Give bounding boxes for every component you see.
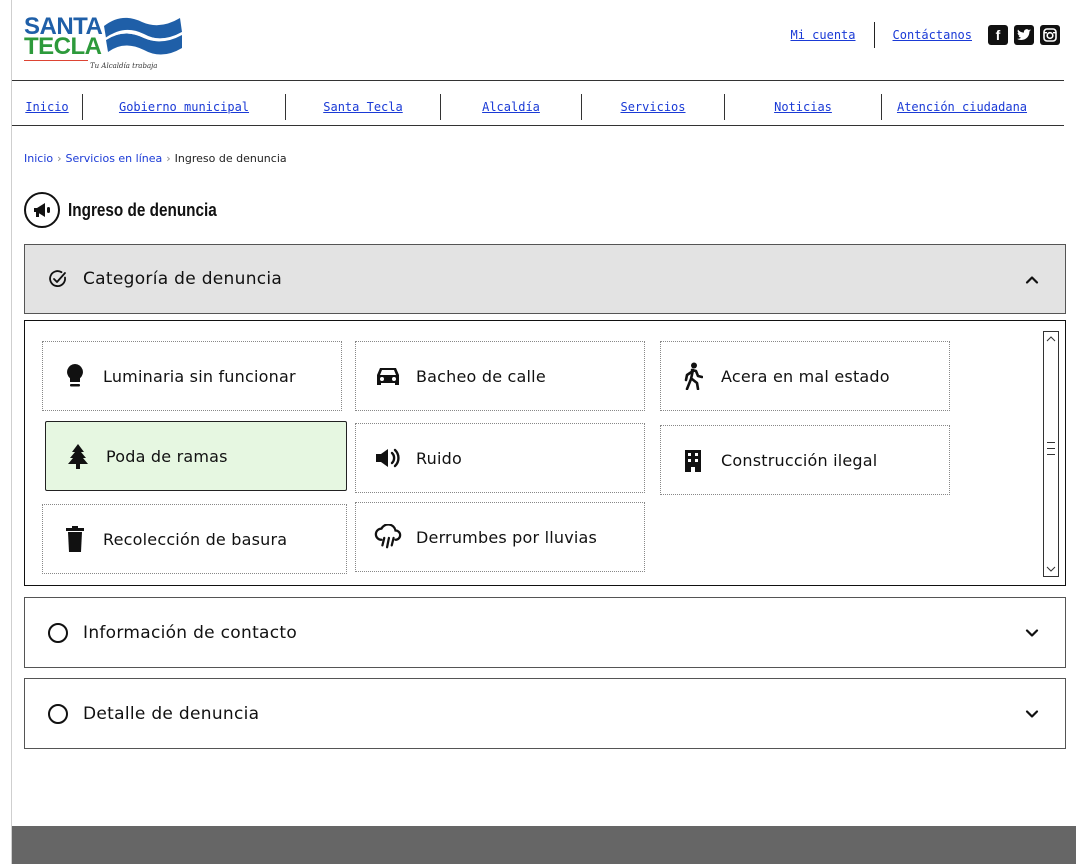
breadcrumb: Inicio › Servicios en línea › Ingreso de den… xyxy=(24,152,287,165)
megaphone-icon xyxy=(24,192,60,228)
breadcrumb-section[interactable]: Servicios en línea xyxy=(66,152,163,165)
site-logo[interactable]: SANTA TECLA Tu Alcaldía trabaja xyxy=(24,12,194,76)
category-card-derrumbes[interactable]: Derrumbes por lluvias xyxy=(355,502,645,572)
contact-link[interactable]: Contáctanos xyxy=(893,28,972,42)
nav-item-atencion-ciudadana[interactable]: Atención ciudadana xyxy=(882,100,1042,114)
check-circle-icon xyxy=(47,268,69,290)
accordion-title-detail: Detalle de denuncia xyxy=(83,703,260,724)
category-card-acera[interactable]: Acera en mal estado xyxy=(660,341,950,411)
chevron-up-icon[interactable] xyxy=(1025,270,1039,289)
nav-item-alcaldia[interactable]: Alcaldía xyxy=(441,100,581,114)
category-scrollbar[interactable] xyxy=(1043,331,1059,577)
accordion-title-contact: Información de contacto xyxy=(83,622,298,643)
breadcrumb-current: Ingreso de denuncia xyxy=(174,152,287,165)
category-label: Construcción ilegal xyxy=(721,450,878,470)
walking-person-icon xyxy=(679,362,707,390)
category-card-bacheo[interactable]: Bacheo de calle xyxy=(355,341,645,411)
rain-cloud-icon xyxy=(374,524,402,550)
social-links: f xyxy=(988,25,1060,45)
nav-item-inicio[interactable]: Inicio xyxy=(12,100,82,114)
accordion-header-category[interactable]: Categoría de denuncia xyxy=(24,244,1066,314)
facebook-icon[interactable]: f xyxy=(988,25,1008,45)
scrollbar-grip xyxy=(1047,448,1055,449)
category-label: Recolección de basura xyxy=(103,529,288,549)
page-footer xyxy=(12,826,1076,864)
nav-item-noticias[interactable]: Noticias xyxy=(725,100,881,114)
category-label: Luminaria sin funcionar xyxy=(103,366,296,386)
car-icon xyxy=(374,365,402,387)
trash-icon xyxy=(61,526,89,552)
category-label: Derrumbes por lluvias xyxy=(416,527,598,547)
category-label: Acera en mal estado xyxy=(721,366,890,386)
category-card-ruido[interactable]: Ruido xyxy=(355,423,645,493)
header-divider xyxy=(12,80,1064,81)
page-header: Ingreso de denuncia xyxy=(24,192,243,228)
top-links-separator xyxy=(873,22,875,48)
speaker-icon xyxy=(374,447,402,469)
category-label: Ruido xyxy=(416,448,462,468)
accordion-title-category: Categoría de denuncia xyxy=(83,269,283,289)
logo-underline xyxy=(24,60,88,61)
accordion-header-detail[interactable]: Detalle de denuncia xyxy=(24,678,1066,749)
tree-icon xyxy=(64,443,92,469)
scrollbar-grip xyxy=(1047,454,1055,455)
radio-circle-icon xyxy=(47,622,69,644)
main-nav: Inicio Gobierno municipal Santa Tecla Al… xyxy=(12,92,1064,122)
page-frame-edge xyxy=(11,0,12,864)
chevron-right-icon: › xyxy=(166,152,171,165)
category-label: Poda de ramas xyxy=(106,446,228,466)
scroll-down-icon[interactable] xyxy=(1044,562,1058,576)
page-title: Ingreso de denuncia xyxy=(68,199,217,220)
flag-icon xyxy=(104,17,182,55)
nav-item-santa-tecla[interactable]: Santa Tecla xyxy=(286,100,440,114)
lightbulb-icon xyxy=(61,363,89,389)
building-icon xyxy=(679,448,707,472)
category-card-poda[interactable]: Poda de ramas xyxy=(45,421,347,491)
category-card-basura[interactable]: Recolección de basura xyxy=(42,504,347,574)
accordion-header-contact[interactable]: Información de contacto xyxy=(24,597,1066,668)
nav-divider xyxy=(12,125,1064,126)
instagram-icon[interactable] xyxy=(1040,25,1060,45)
logo-tagline: Tu Alcaldía trabaja xyxy=(90,62,158,70)
scroll-up-icon[interactable] xyxy=(1044,332,1058,346)
category-label: Bacheo de calle xyxy=(416,366,546,386)
top-links: Mi cuenta Contáctanos f xyxy=(790,22,1060,48)
scrollbar-grip xyxy=(1047,442,1055,443)
chevron-right-icon: › xyxy=(57,152,62,165)
my-account-link[interactable]: Mi cuenta xyxy=(790,28,855,42)
category-card-luminaria[interactable]: Luminaria sin funcionar xyxy=(42,341,342,411)
radio-circle-icon xyxy=(47,703,69,725)
nav-item-gobierno-municipal[interactable]: Gobierno municipal xyxy=(83,100,285,114)
breadcrumb-home[interactable]: Inicio xyxy=(24,152,53,165)
twitter-icon[interactable] xyxy=(1014,25,1034,45)
nav-item-servicios[interactable]: Servicios xyxy=(582,100,724,114)
category-card-construccion[interactable]: Construcción ilegal xyxy=(660,425,950,495)
logo-word-tecla: TECLA xyxy=(24,33,102,60)
category-panel: Luminaria sin funcionar Bacheo de calle … xyxy=(24,320,1066,586)
chevron-down-icon[interactable] xyxy=(1025,623,1039,642)
chevron-down-icon[interactable] xyxy=(1025,704,1039,723)
